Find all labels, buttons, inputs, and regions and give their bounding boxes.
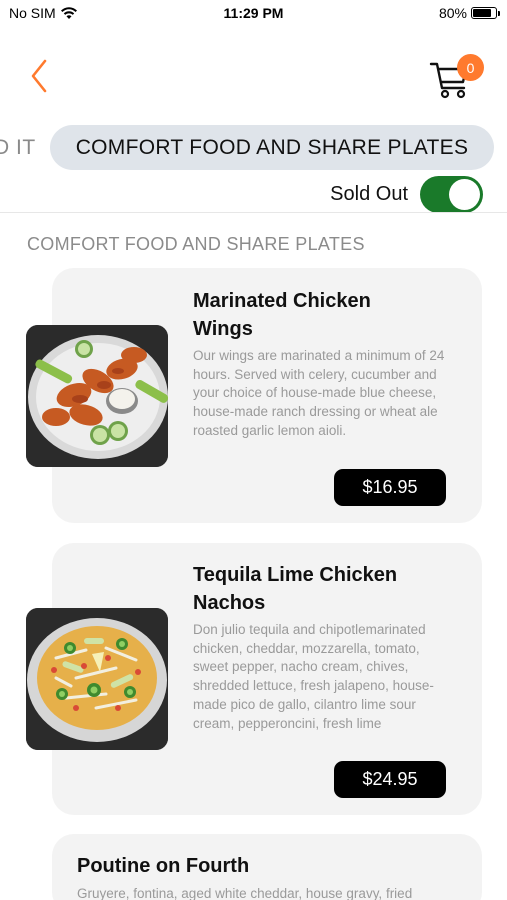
cart-count-badge: 0 (457, 54, 484, 81)
header-divider (0, 212, 507, 213)
category-tabs: D IT COMFORT FOOD AND SHARE PLATES (0, 125, 507, 171)
cart-button[interactable]: 0 (428, 52, 488, 102)
battery-percent: 80% (438, 5, 467, 21)
item-name: Poutine on Fourth (77, 855, 250, 877)
item-description: Don julio tequila and chipotlemarinated … (193, 622, 434, 731)
item-description: Our wings are marinated a minimum of 24 … (193, 348, 445, 438)
status-right: 80% (438, 5, 500, 21)
section-title: COMFORT FOOD AND SHARE PLATES (27, 234, 365, 254)
battery-icon (471, 7, 500, 19)
tab-previous-category[interactable]: D IT (0, 136, 36, 160)
item-name: Tequila Lime Chicken Nachos (193, 564, 398, 614)
food-photo-chicken-wings (26, 325, 168, 467)
item-description: Gruyere, fontina, aged white cheddar, ho… (77, 886, 413, 900)
food-photo-nachos (26, 608, 168, 750)
item-name: Marinated Chicken Wings (193, 290, 371, 340)
sold-out-label: Sold Out (330, 183, 408, 205)
menu-item-card[interactable]: Marinated Chicken Wings Our wings are ma… (26, 268, 482, 523)
battery-level (473, 9, 491, 17)
chevron-left-icon (31, 59, 47, 93)
sold-out-toggle[interactable] (420, 176, 483, 213)
menu-item-card[interactable]: Tequila Lime Chicken Nachos Don julio te… (26, 543, 482, 815)
item-price-button[interactable]: $24.95 (334, 761, 446, 798)
status-time: 11:29 PM (223, 5, 284, 21)
status-bar: No SIM 11:29 PM 80% (0, 0, 507, 28)
toggle-knob (449, 179, 480, 210)
item-price-button[interactable]: $16.95 (334, 469, 446, 506)
sold-out-filter: Sold Out (330, 176, 483, 213)
menu-item-card[interactable]: Poutine on Fourth Gruyere, fontina, aged… (52, 834, 482, 900)
tab-comfort-food[interactable]: COMFORT FOOD AND SHARE PLATES (50, 125, 494, 170)
back-button[interactable] (22, 56, 58, 96)
